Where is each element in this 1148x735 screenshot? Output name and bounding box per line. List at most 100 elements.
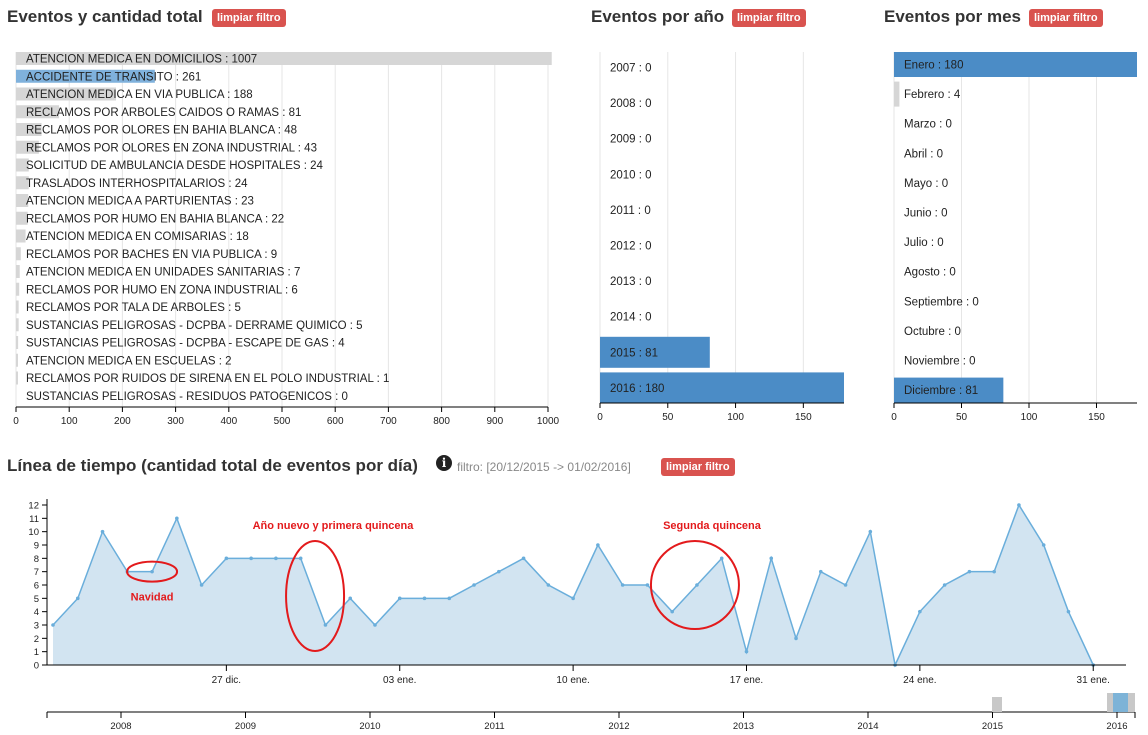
timeline-point[interactable] (175, 516, 179, 521)
timeline-point[interactable] (645, 583, 650, 587)
bar[interactable] (16, 336, 19, 349)
bar[interactable] (16, 353, 18, 367)
y-tick-label: 12 (28, 501, 39, 512)
timeline-point[interactable] (992, 569, 996, 574)
overview-tick-label: 2012 (608, 721, 629, 732)
timeline-point[interactable] (75, 596, 80, 601)
timeline-point[interactable] (868, 529, 873, 534)
timeline-point[interactable] (818, 569, 823, 574)
timeline-point[interactable] (843, 583, 848, 587)
bar-label: 2011 : 0 (610, 205, 651, 217)
timeline-point[interactable] (744, 649, 749, 654)
timeline-point[interactable] (695, 583, 699, 587)
timeline-point[interactable] (967, 569, 972, 574)
bar-label: ATENCION MEDICA EN COMISARIAS : 18 (26, 231, 249, 243)
bar[interactable] (16, 300, 19, 314)
timeline-point[interactable] (942, 583, 947, 587)
bar[interactable] (894, 81, 900, 107)
x-tick-label: 400 (220, 416, 237, 427)
x-tick-label: 600 (327, 416, 344, 427)
timeline-point[interactable] (422, 596, 427, 601)
x-tick-label: 100 (1021, 412, 1038, 423)
bar-label: 2009 : 0 (610, 134, 652, 146)
y-tick-label: 10 (28, 527, 39, 538)
timeline-point[interactable] (373, 623, 377, 627)
bar-label: SUSTANCIAS PELIGROSAS - DCPBA - DERRAME … (26, 320, 363, 332)
bar-label: RECLAMOS POR HUMO EN BAHIA BLANCA : 22 (26, 213, 284, 225)
bar-label: ATENCION MEDICA EN DOMICILIOS : 1007 (26, 54, 257, 66)
y-tick-label: 11 (29, 514, 39, 525)
timeline-area (53, 505, 1094, 665)
bar[interactable] (16, 229, 26, 243)
bar-label: RECLAMOS POR OLORES EN ZONA INDUSTRIAL :… (26, 142, 317, 154)
timeline-point[interactable] (1017, 503, 1021, 507)
annotation-label: Navidad (131, 592, 174, 604)
timeline-point[interactable] (298, 556, 303, 561)
bar-label: RECLAMOS POR ARBOLES CAIDOS O RAMAS : 81 (26, 107, 301, 119)
timeline-point[interactable] (150, 569, 154, 574)
bar-label: SUSTANCIAS PELIGROSAS - DCPBA - ESCAPE D… (26, 338, 345, 350)
bar[interactable] (16, 247, 21, 261)
timeline-point[interactable] (51, 623, 55, 627)
x-tick-label: 100 (61, 416, 78, 427)
x-tick-label: 10 ene. (556, 675, 589, 686)
y-tick-label: 3 (34, 621, 39, 632)
bar[interactable] (16, 282, 20, 296)
timeline-point[interactable] (596, 543, 600, 547)
timeline-point[interactable] (100, 529, 105, 534)
timeline-point[interactable] (323, 623, 328, 627)
timeline-point[interactable] (719, 556, 724, 561)
timeline-point[interactable] (497, 569, 501, 574)
timeline-point[interactable] (918, 609, 922, 614)
timeline-point[interactable] (521, 556, 526, 561)
y-tick-label: 1 (34, 647, 39, 658)
timeline-point[interactable] (447, 596, 452, 601)
x-tick-label: 150 (795, 412, 812, 423)
timeline-point[interactable] (769, 556, 774, 561)
overview-tick-label: 2008 (110, 721, 131, 732)
bar-label: SUSTANCIAS PELIGROSAS - RESIDUOS PATOGEN… (26, 391, 348, 403)
timeline-point[interactable] (620, 583, 625, 587)
timeline-point[interactable] (794, 636, 798, 641)
y-tick-label: 9 (34, 541, 39, 552)
bar-label: RECLAMOS POR HUMO EN ZONA INDUSTRIAL : 6 (26, 284, 298, 296)
bar-label: Julio : 0 (904, 237, 944, 249)
timeline-point[interactable] (274, 556, 278, 561)
timeline-point[interactable] (348, 596, 353, 601)
timeline-point[interactable] (670, 609, 674, 614)
bar-label: Octubre : 0 (904, 326, 961, 338)
overview-tick-label: 2016 (1106, 721, 1127, 732)
y-tick-label: 0 (34, 661, 39, 672)
overview-tick-label: 2010 (359, 721, 380, 732)
bar[interactable] (16, 318, 19, 332)
bar-label: 2010 : 0 (610, 169, 652, 181)
timeline-point[interactable] (472, 583, 476, 587)
timeline-point[interactable] (397, 596, 402, 601)
bar-label: ATENCION MEDICA EN UNIDADES SANITARIAS :… (26, 267, 300, 279)
bar-label: SOLICITUD DE AMBULANCIA DESDE HOSPITALES… (26, 160, 324, 172)
x-tick-label: 800 (433, 416, 450, 427)
bar-label: 2012 : 0 (610, 241, 652, 253)
overview-brush[interactable] (1113, 693, 1128, 712)
timeline-point[interactable] (546, 583, 551, 587)
x-tick-label: 100 (727, 412, 744, 423)
timeline-point[interactable] (199, 583, 204, 587)
x-tick-label: 0 (13, 416, 19, 427)
bar-label: 2013 : 0 (610, 276, 652, 288)
x-tick-label: 0 (891, 412, 897, 423)
y-tick-label: 4 (34, 607, 39, 618)
timeline-point[interactable] (1041, 543, 1046, 547)
y-tick-label: 2 (34, 634, 39, 645)
timeline-point[interactable] (1066, 609, 1071, 614)
bar-label: Septiembre : 0 (904, 296, 979, 308)
bar-label: ATENCION MEDICA EN ESCUELAS : 2 (26, 355, 232, 367)
bar[interactable] (16, 371, 18, 385)
bar-label: Febrero : 4 (904, 89, 961, 101)
bar-label: 2008 : 0 (610, 98, 652, 110)
timeline-point[interactable] (249, 556, 253, 561)
x-tick-label: 27 dic. (212, 675, 241, 686)
bar[interactable] (16, 265, 20, 278)
timeline-point[interactable] (571, 596, 575, 601)
x-tick-label: 1000 (537, 416, 560, 427)
timeline-point[interactable] (224, 556, 229, 561)
